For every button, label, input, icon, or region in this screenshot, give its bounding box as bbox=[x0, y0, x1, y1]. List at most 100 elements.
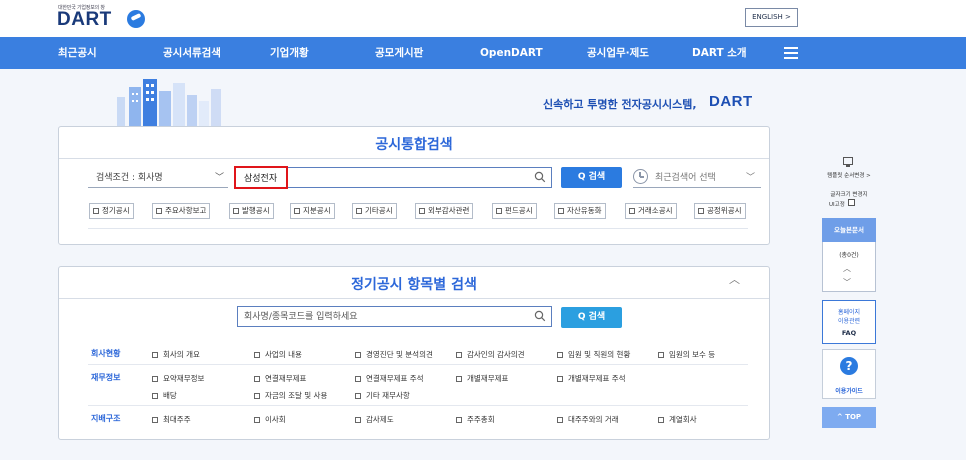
option-board[interactable]: 이사회 bbox=[254, 414, 286, 425]
option-separate-fs[interactable]: 개별재무제표 bbox=[456, 373, 508, 384]
category-company-status: 회사현황 bbox=[91, 349, 121, 358]
search-button[interactable]: Q 검색 bbox=[561, 167, 622, 188]
option-consolidated-fs[interactable]: 연결재무제표 bbox=[254, 373, 306, 384]
option-summary-financial[interactable]: 요약재무정보 bbox=[152, 373, 204, 384]
filter-label: 발행공시 bbox=[242, 206, 270, 215]
option-label: 요약재무정보 bbox=[163, 374, 205, 383]
option-label: 감사제도 bbox=[366, 415, 394, 424]
option-consolidated-notes[interactable]: 연결재무제표 주석 bbox=[355, 373, 424, 384]
checkbox-icon bbox=[355, 375, 361, 382]
ui-fixed-checkbox[interactable] bbox=[848, 199, 855, 206]
template-order-link[interactable]: 템플릿 순서변경 > bbox=[818, 171, 880, 179]
panel-divider bbox=[59, 158, 769, 159]
filter-label: 공정위공시 bbox=[707, 206, 742, 215]
panel-divider bbox=[59, 298, 769, 299]
checkbox-icon bbox=[254, 351, 260, 358]
checkbox-icon bbox=[658, 416, 664, 423]
checkbox-icon bbox=[496, 207, 502, 214]
filter-ftc[interactable]: 공정위공시 bbox=[694, 203, 746, 219]
periodic-search-button[interactable]: Q 검색 bbox=[561, 307, 622, 328]
checkbox-icon bbox=[558, 207, 564, 214]
chevron-up-icon[interactable]: ︿ bbox=[729, 271, 740, 287]
option-executives-staff[interactable]: 임원 및 직원의 현황 bbox=[557, 349, 630, 360]
filter-equity[interactable]: 지분공시 bbox=[290, 203, 335, 219]
option-mda[interactable]: 경영진단 및 분석의견 bbox=[355, 349, 433, 360]
checkbox-icon bbox=[152, 416, 158, 423]
option-shareholders-meeting[interactable]: 주주총회 bbox=[456, 414, 495, 425]
chevron-down-icon[interactable]: ﹀ bbox=[843, 277, 851, 288]
option-major-shareholder-trade[interactable]: 대주주와의 거래 bbox=[557, 414, 619, 425]
option-executive-pay[interactable]: 임원의 보수 등 bbox=[658, 349, 715, 360]
filter-asset-securitization[interactable]: 자산유동화 bbox=[554, 203, 606, 219]
checkbox-icon bbox=[233, 207, 239, 214]
option-fund-raising[interactable]: 자금의 조달 및 사용 bbox=[254, 390, 327, 401]
filter-label: 지분공시 bbox=[303, 206, 331, 215]
checkbox-icon bbox=[152, 392, 158, 399]
page: 대한민국 기업정보의 창 DART ENGLISH > 최근공시 공시서류검색 … bbox=[0, 0, 966, 460]
option-label: 자금의 조달 및 사용 bbox=[265, 391, 328, 400]
panel-divider bbox=[88, 228, 748, 229]
checkbox-icon bbox=[355, 416, 361, 423]
option-audit-system[interactable]: 감사제도 bbox=[355, 414, 394, 425]
recent-search-label: 최근검색어 선택 bbox=[655, 173, 716, 183]
question-icon: ? bbox=[840, 357, 858, 375]
option-other-financial[interactable]: 기타 재무사항 bbox=[355, 390, 410, 401]
monitor-icon[interactable] bbox=[843, 157, 853, 167]
checkbox-icon bbox=[152, 375, 158, 382]
filter-other[interactable]: 기타공시 bbox=[352, 203, 397, 219]
company-code-input[interactable] bbox=[239, 307, 529, 326]
filter-major-report[interactable]: 주요사항보고 bbox=[152, 203, 211, 219]
scroll-top-button[interactable]: ^ TOP bbox=[822, 407, 876, 428]
nav-offering-board[interactable]: 공모게시판 bbox=[375, 37, 423, 69]
option-company-overview[interactable]: 회사의 개요 bbox=[152, 349, 200, 360]
option-largest-shareholder[interactable]: 최대주주 bbox=[152, 414, 191, 425]
ui-fixed-label: UI고정 bbox=[829, 202, 845, 208]
option-business[interactable]: 사업의 내용 bbox=[254, 349, 302, 360]
option-label: 주주총회 bbox=[467, 415, 495, 424]
filter-label: 거래소공시 bbox=[638, 206, 673, 215]
filter-label: 기타공시 bbox=[365, 206, 393, 215]
option-dividend[interactable]: 배당 bbox=[152, 390, 177, 401]
nav-company-overview[interactable]: 기업개황 bbox=[270, 37, 309, 69]
checkbox-icon bbox=[629, 207, 635, 214]
english-button[interactable]: ENGLISH > bbox=[745, 8, 798, 27]
dart-logo[interactable]: DART bbox=[57, 9, 112, 31]
checkbox-icon bbox=[557, 375, 563, 382]
option-auditor-opinion[interactable]: 감사인의 감사의견 bbox=[456, 349, 525, 360]
checkbox-icon bbox=[456, 351, 462, 358]
checkbox-icon bbox=[254, 375, 260, 382]
filter-exchange[interactable]: 거래소공시 bbox=[625, 203, 677, 219]
filter-label: 자산유동화 bbox=[567, 206, 602, 215]
option-label: 이사회 bbox=[265, 415, 286, 424]
company-search-input[interactable] bbox=[238, 168, 528, 187]
chevron-up-icon[interactable]: ︿ bbox=[843, 263, 851, 274]
recent-search-select[interactable]: 최근검색어 선택 ﹀ bbox=[633, 167, 761, 188]
nav-recent-disclosure[interactable]: 최근공시 bbox=[58, 37, 97, 69]
filter-label: 외부감사관련 bbox=[428, 206, 470, 215]
checkbox-icon bbox=[294, 207, 300, 214]
nav-about-dart[interactable]: DART 소개 bbox=[692, 37, 747, 69]
nav-disclosure-system[interactable]: 공시업무·제도 bbox=[587, 37, 649, 69]
option-affiliates[interactable]: 계열회사 bbox=[658, 414, 697, 425]
search-icon[interactable] bbox=[534, 310, 546, 322]
today-viewed-header[interactable]: 오늘본문서 bbox=[822, 218, 876, 242]
option-separate-notes[interactable]: 개별재무제표 주석 bbox=[557, 373, 626, 384]
nav-document-search[interactable]: 공시서류검색 bbox=[163, 37, 221, 69]
nav-opendart[interactable]: OpenDART bbox=[480, 37, 543, 69]
checkbox-icon bbox=[156, 207, 162, 214]
search-condition-select[interactable]: 검색조건 : 회사명 ﹀ bbox=[88, 167, 228, 188]
checkbox-icon bbox=[254, 416, 260, 423]
usage-related-label: 이용관련 bbox=[837, 318, 861, 325]
checkbox-icon bbox=[698, 207, 704, 214]
search-icon[interactable] bbox=[534, 171, 546, 183]
option-label: 회사의 개요 bbox=[163, 350, 200, 359]
row-divider bbox=[88, 405, 748, 406]
filter-issuance[interactable]: 발행공시 bbox=[229, 203, 274, 219]
checkbox-icon bbox=[456, 416, 462, 423]
filter-fund[interactable]: 펀드공시 bbox=[492, 203, 537, 219]
hamburger-menu-icon[interactable] bbox=[784, 47, 798, 59]
filter-periodic[interactable]: 정기공시 bbox=[89, 203, 134, 219]
filter-external-audit[interactable]: 외부감사관련 bbox=[415, 203, 474, 219]
option-label: 배당 bbox=[163, 391, 177, 400]
option-label: 대주주와의 거래 bbox=[568, 415, 619, 424]
